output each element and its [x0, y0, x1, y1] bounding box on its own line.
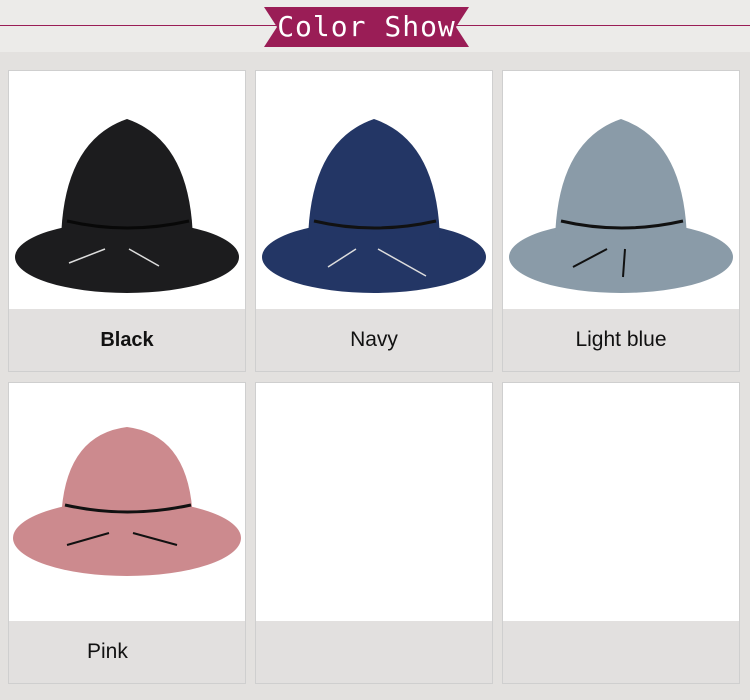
product-label: Pink: [9, 621, 245, 683]
product-label: [503, 621, 739, 683]
header: Color Show: [0, 0, 750, 52]
hat-image-black: [15, 119, 239, 293]
product-card-navy[interactable]: Navy: [255, 70, 493, 372]
hat-image-navy: [262, 119, 486, 293]
product-card-light-blue[interactable]: Light blue: [502, 70, 740, 372]
product-label: Black: [9, 309, 245, 371]
hat-image-pink: [13, 427, 241, 576]
product-card-black[interactable]: Black: [8, 70, 246, 372]
hat-image-light-blue: [509, 119, 733, 293]
product-card-empty: [255, 382, 493, 684]
product-label: [256, 621, 492, 683]
product-card-pink[interactable]: Pink: [8, 382, 246, 684]
product-label: Light blue: [503, 309, 739, 371]
product-card-empty: [502, 382, 740, 684]
page-title: Color Show: [277, 10, 456, 43]
title-banner: Color Show: [264, 7, 469, 47]
product-label: Navy: [256, 309, 492, 371]
